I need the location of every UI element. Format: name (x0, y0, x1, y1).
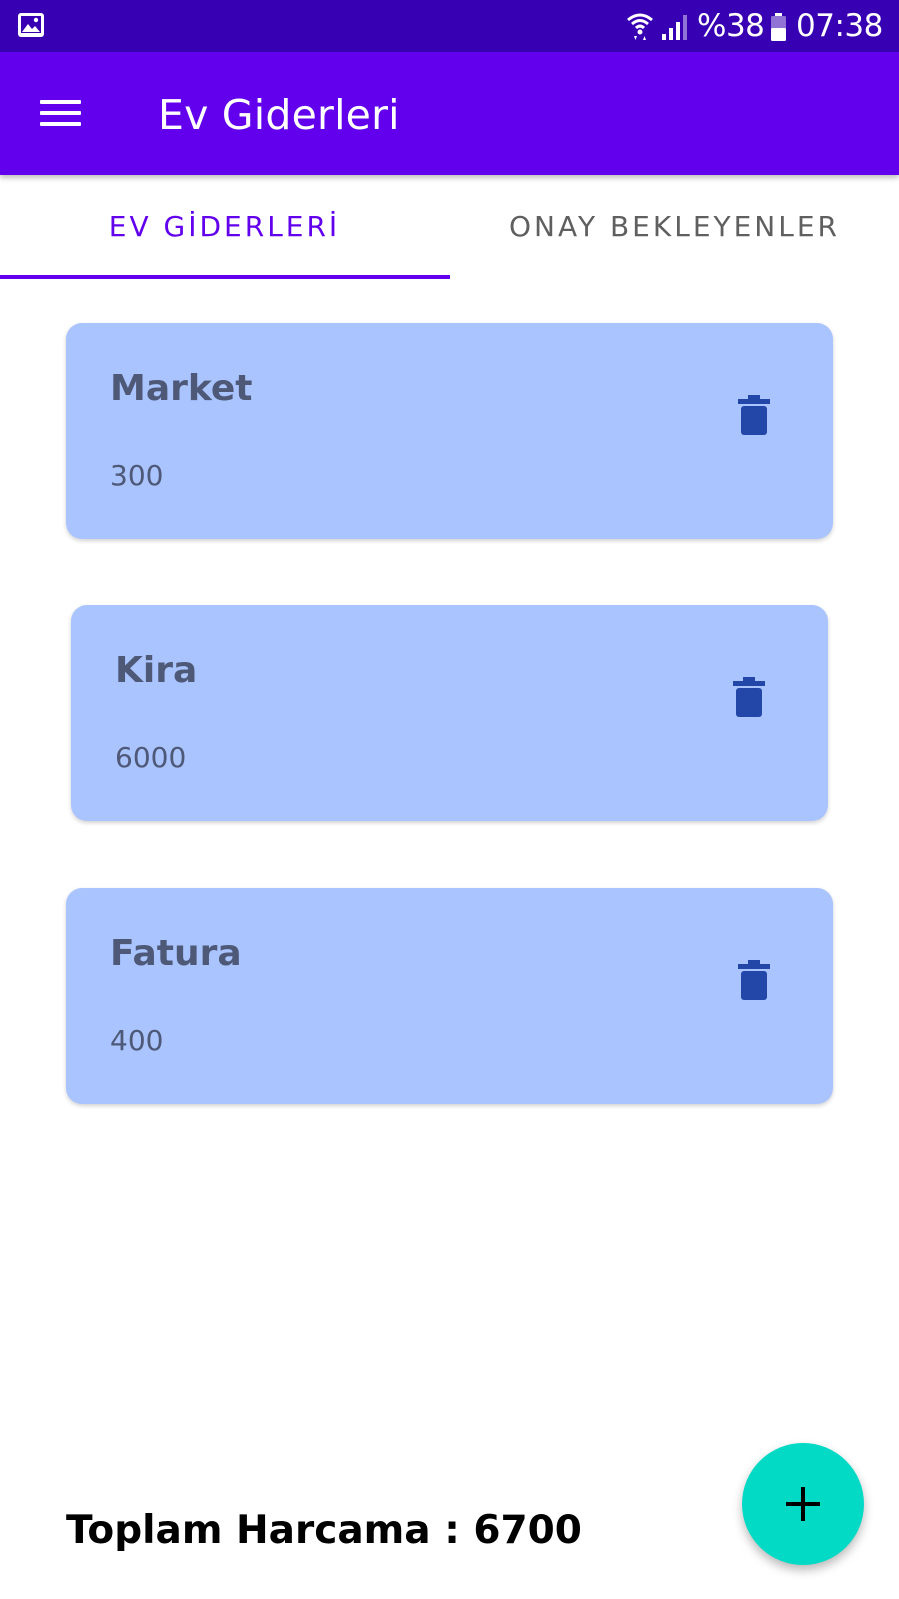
app-title: Ev Giderleri (158, 91, 400, 139)
expense-card: Market 300 (66, 323, 833, 539)
expense-card: Fatura 400 (66, 888, 833, 1104)
wifi-icon (627, 13, 653, 40)
delete-button[interactable] (724, 385, 784, 445)
hamburger-menu-icon[interactable] (28, 83, 94, 143)
expense-name: Kira (115, 650, 198, 691)
battery-percentage: %38 (697, 8, 765, 44)
trash-icon (738, 395, 770, 435)
expense-card: Kira 6000 (71, 605, 828, 821)
app-bar: Ev Giderleri (0, 52, 899, 175)
expense-amount: 6000 (115, 741, 187, 774)
tab-ev-giderleri[interactable]: EV GİDERLERİ (0, 175, 449, 279)
clock: 07:38 (796, 8, 883, 44)
signal-icon (662, 15, 687, 40)
tab-indicator (0, 275, 450, 279)
total-spending: Toplam Harcama : 6700 (66, 1508, 582, 1553)
battery-icon (771, 13, 786, 41)
gallery-icon (18, 13, 44, 37)
expense-amount: 400 (110, 1024, 164, 1057)
trash-icon (733, 677, 765, 717)
delete-button[interactable] (724, 950, 784, 1010)
expense-name: Market (110, 368, 253, 409)
plus-icon (786, 1487, 820, 1521)
status-bar: %38 07:38 (0, 0, 899, 52)
trash-icon (738, 960, 770, 1000)
add-expense-button[interactable] (742, 1443, 864, 1565)
tab-bar: EV GİDERLERİ ONAY BEKLEYENLER (0, 175, 899, 279)
tab-onay-bekleyenler[interactable]: ONAY BEKLEYENLER (450, 175, 899, 279)
delete-button[interactable] (719, 667, 779, 727)
expense-name: Fatura (110, 933, 242, 974)
expense-amount: 300 (110, 459, 164, 492)
